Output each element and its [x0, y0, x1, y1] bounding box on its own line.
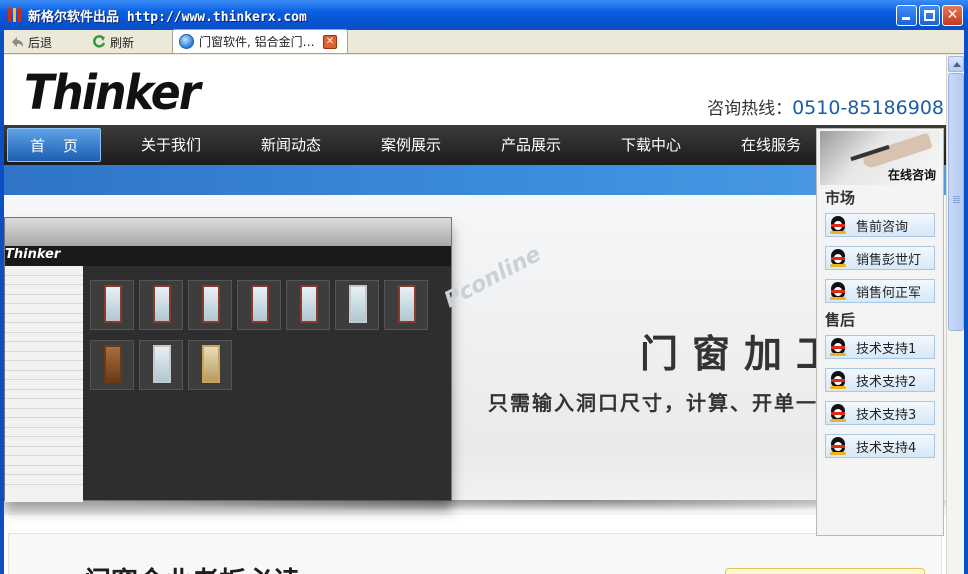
- door-thumbnail: [139, 340, 183, 390]
- door-thumbnail: [188, 340, 232, 390]
- qq-penguin-icon: [828, 370, 848, 390]
- browser-window: 新格尔软件出品 http://www.thinkerx.com ✕ 后退 刷新 …: [0, 0, 968, 574]
- market-section-label: 市场: [825, 189, 856, 207]
- minimize-button[interactable]: [896, 5, 917, 26]
- qq-penguin-icon: [828, 403, 848, 423]
- back-arrow-icon: [12, 37, 23, 47]
- qq-penguin-icon: [828, 248, 848, 268]
- qq-contact-button[interactable]: 销售彭世灯: [825, 246, 935, 270]
- qq-contact-label: 技术支持1: [856, 341, 917, 357]
- qq-penguin-icon: [828, 436, 848, 456]
- qq-contact-button[interactable]: 技术支持2: [825, 368, 935, 392]
- highlight-box[interactable]: [725, 568, 925, 574]
- nav-item-about[interactable]: 关于我们: [111, 125, 231, 165]
- site-logo[interactable]: Thinker: [24, 65, 201, 121]
- minimize-icon: [902, 17, 910, 20]
- qq-contact-label: 技术支持2: [856, 374, 917, 390]
- close-button[interactable]: ✕: [942, 5, 963, 26]
- door-thumbnail: [384, 280, 428, 330]
- refresh-label: 刷新: [110, 35, 135, 50]
- after-sales-section-label: 售后: [825, 311, 856, 329]
- nav-item-products[interactable]: 产品展示: [471, 125, 591, 165]
- qq-contact-button[interactable]: 技术支持1: [825, 335, 935, 359]
- qq-contact-label: 销售何正军: [856, 285, 922, 301]
- door-thumbnail: [335, 280, 379, 330]
- refresh-button[interactable]: 刷新: [82, 31, 166, 53]
- qq-penguin-icon: [828, 281, 848, 301]
- door-thumbnail: [139, 280, 183, 330]
- screenshot-sidebar: [5, 266, 83, 502]
- section-title: 门窗企业老板必读: [84, 560, 300, 574]
- qq-contact-label: 技术支持4: [856, 440, 917, 456]
- qq-contact-button[interactable]: 销售何正军: [825, 279, 935, 303]
- maximize-icon: [924, 10, 935, 21]
- qq-penguin-icon: [828, 337, 848, 357]
- window-frame-right: [964, 30, 968, 574]
- page-viewport: Thinker 咨询热线：0510-85186908 首页 关于我们 新闻动态 …: [4, 55, 946, 574]
- watermark: Pconline: [440, 241, 546, 314]
- qq-contact-label: 售前咨询: [856, 219, 909, 235]
- back-label: 后退: [28, 35, 53, 50]
- refresh-icon: [93, 35, 106, 48]
- qq-contact-button[interactable]: 技术支持3: [825, 401, 935, 425]
- main-nav: 首页 关于我们 新闻动态 案例展示 产品展示 下载中心 在线服务: [4, 125, 946, 165]
- tab-active[interactable]: 门窗软件, 铝合金门… ✕: [172, 29, 348, 53]
- online-consult-panel: 在线咨询 市场 售前咨询 销售彭世灯 销售何正军 售后 技术支持1 技术支持2 …: [816, 128, 944, 536]
- window-title: 新格尔软件出品 http://www.thinkerx.com: [28, 9, 307, 25]
- door-thumbnail: [90, 340, 134, 390]
- scroll-up-button[interactable]: [948, 56, 964, 72]
- nav-item-news[interactable]: 新闻动态: [231, 125, 351, 165]
- chevron-up-icon: [953, 62, 961, 67]
- hotline-number: 0510-85186908: [792, 97, 944, 119]
- qq-contact-button[interactable]: 售前咨询: [825, 213, 935, 237]
- title-bar[interactable]: 新格尔软件出品 http://www.thinkerx.com ✕: [0, 0, 968, 30]
- vertical-scrollbar[interactable]: [946, 55, 964, 574]
- door-thumbnail: [90, 280, 134, 330]
- grip-icon: [953, 196, 960, 197]
- app-icon: [6, 7, 22, 23]
- software-screenshot: Thinker: [4, 217, 452, 502]
- maximize-button[interactable]: [919, 5, 940, 26]
- door-thumbnail: [188, 280, 232, 330]
- browser-toolbar: 后退 刷新 门窗软件, 铝合金门… ✕: [0, 29, 968, 54]
- hotline-label: 咨询热线：: [707, 99, 793, 119]
- tab-title: 门窗软件, 铝合金门…: [199, 35, 315, 49]
- door-thumbnail: [286, 280, 330, 330]
- scrollbar-thumb[interactable]: [948, 73, 964, 331]
- banner-subtitle: 只需输入洞口尺寸，计算、开单一: [488, 391, 818, 415]
- screenshot-titlebar: [5, 218, 451, 246]
- nav-item-downloads[interactable]: 下载中心: [591, 125, 711, 165]
- qq-contact-label: 技术支持3: [856, 407, 917, 423]
- nav-item-online-service[interactable]: 在线服务: [711, 125, 831, 165]
- consult-caption: 在线咨询: [887, 168, 936, 182]
- screenshot-toolbar: [5, 246, 451, 266]
- globe-icon: [179, 34, 194, 49]
- nav-item-home[interactable]: 首页: [7, 128, 101, 162]
- hero-banner[interactable]: Thinker Pconline 门窗加工 只需输入洞口尺寸，计算、开单一: [4, 195, 946, 515]
- window-controls: ✕: [896, 5, 963, 26]
- qq-penguin-icon: [828, 215, 848, 235]
- hotline: 咨询热线：0510-85186908: [707, 94, 944, 119]
- screenshot-logo: Thinker: [5, 247, 61, 262]
- nav-accent-strip: [4, 165, 946, 195]
- qq-contact-button[interactable]: 技术支持4: [825, 434, 935, 458]
- consult-header-image: 在线咨询: [820, 131, 940, 185]
- nav-item-cases[interactable]: 案例展示: [351, 125, 471, 165]
- close-icon: ✕: [946, 7, 959, 23]
- back-button[interactable]: 后退: [0, 31, 82, 53]
- door-thumbnail: [237, 280, 281, 330]
- banner-shadow: [4, 500, 946, 514]
- content-section: 门窗企业老板必读: [8, 533, 942, 574]
- qq-contact-label: 销售彭世灯: [856, 252, 922, 268]
- tab-close-icon[interactable]: ✕: [323, 35, 337, 49]
